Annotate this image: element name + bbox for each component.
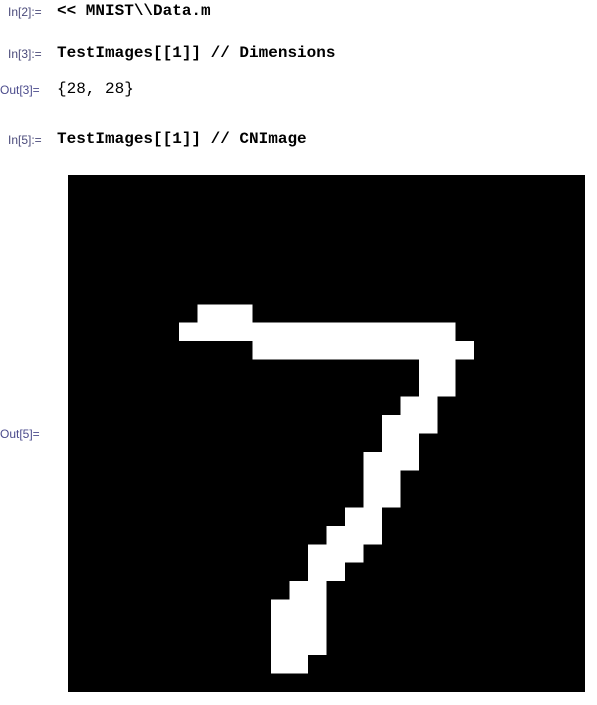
image-pixel-run xyxy=(418,378,456,397)
image-pixel-run xyxy=(271,655,309,674)
image-pixel-run xyxy=(178,322,456,342)
image-pixel-run xyxy=(418,359,456,379)
input-cell-2[interactable]: << MNIST\\Data.m xyxy=(57,2,211,20)
image-pixel-run xyxy=(252,341,475,360)
image-pixel-run xyxy=(308,544,364,563)
output-label-3: Out[3]= xyxy=(0,83,40,97)
image-pixel-run xyxy=(326,525,382,545)
image-pixel-run xyxy=(289,581,327,600)
output-cell-3: {28, 28} xyxy=(57,80,134,98)
image-pixel-run xyxy=(400,396,438,416)
image-pixel-run xyxy=(363,470,401,489)
input-label-5: In[5]:= xyxy=(8,133,42,147)
image-pixel-run xyxy=(381,415,438,434)
output-label-5: Out[5]= xyxy=(0,427,40,441)
image-pixel-run xyxy=(197,304,253,323)
input-label-2: In[2]:= xyxy=(8,5,42,19)
image-pixel-run xyxy=(271,599,327,619)
image-pixel-run xyxy=(344,507,382,526)
image-pixel-run xyxy=(271,636,327,656)
image-pixel-run xyxy=(271,618,327,637)
input-label-3: In[3]:= xyxy=(8,47,42,61)
image-pixel-run xyxy=(363,451,419,471)
image-pixel-run xyxy=(308,562,345,582)
image-pixel-run xyxy=(363,488,401,508)
input-cell-3[interactable]: TestImages[[1]] // Dimensions xyxy=(57,44,335,62)
image-pixel-run xyxy=(381,433,419,452)
input-cell-5[interactable]: TestImages[[1]] // CNImage xyxy=(57,130,307,148)
mnist-digit-image xyxy=(68,175,585,692)
